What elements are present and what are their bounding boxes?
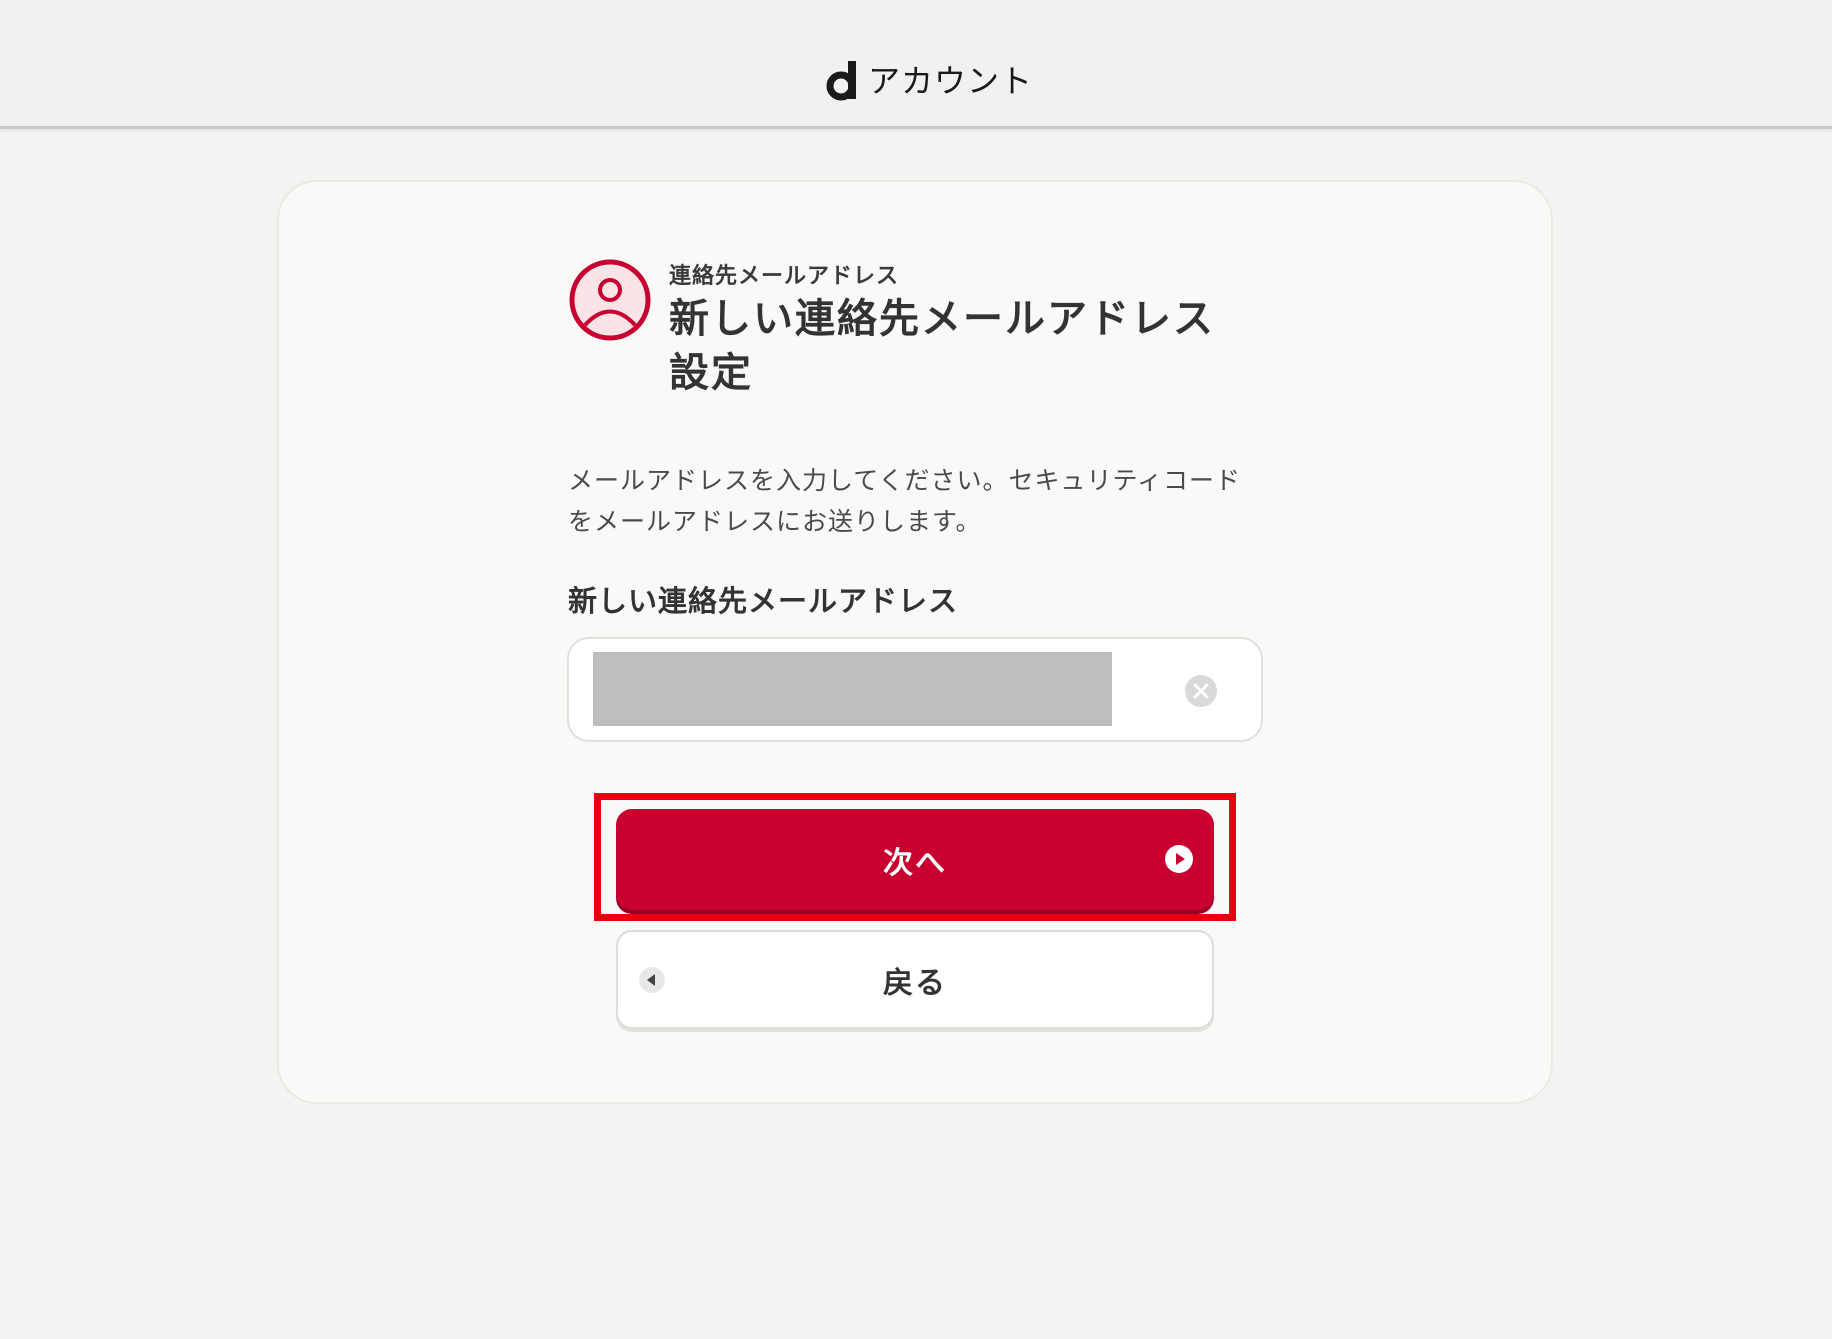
email-field[interactable] <box>593 652 1112 726</box>
site-header: アカウント <box>0 0 1832 129</box>
d-logo-icon <box>826 61 856 101</box>
next-button-label: 次へ <box>883 845 947 881</box>
back-button-label: 戻る <box>883 965 947 1001</box>
logo-text: アカウント <box>868 62 1034 100</box>
user-circle-icon <box>569 259 651 341</box>
d-account-logo[interactable]: アカウント <box>826 58 1033 104</box>
page-subtitle: 連絡先メールアドレス <box>669 264 900 289</box>
next-button[interactable]: 次へ <box>616 809 1214 910</box>
clear-input-icon[interactable] <box>1184 674 1218 708</box>
back-arrow-icon <box>639 967 665 993</box>
email-input-container[interactable] <box>567 637 1263 742</box>
instruction-text: メールアドレスを入力してください。セキュリティコードをメールアドレスにお送りしま… <box>568 466 1242 536</box>
email-field-label: 新しい連絡先メールアドレス <box>568 584 959 618</box>
play-circle-icon <box>1165 845 1193 873</box>
page-title: 新しい連絡先メールアドレス設定 <box>669 296 1215 396</box>
back-button[interactable]: 戻る <box>616 930 1214 1029</box>
